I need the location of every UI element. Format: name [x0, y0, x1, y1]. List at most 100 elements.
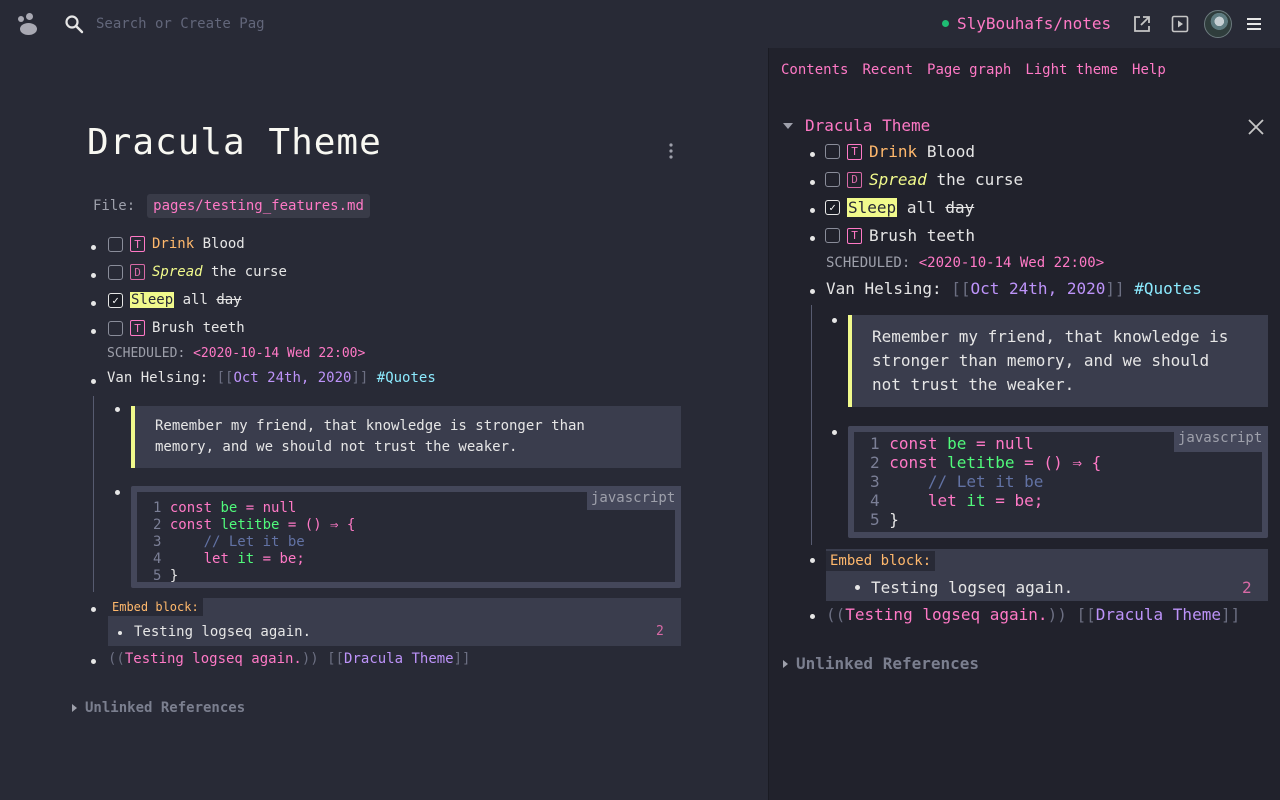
repo-link[interactable]: SlyBouhafs/notes	[942, 14, 1111, 33]
block-bullet[interactable]	[855, 585, 860, 590]
search-icon[interactable]	[64, 14, 84, 34]
block-bullet[interactable]	[91, 659, 96, 664]
menu-icon[interactable]	[1244, 14, 1264, 34]
task-block[interactable]: T Drink Blood	[825, 142, 975, 161]
task-block[interactable]: D Spread the curse	[825, 170, 1023, 189]
task-checkbox-checked[interactable]: ✓	[825, 200, 840, 215]
priority-badge[interactable]: D	[847, 171, 862, 188]
block-ref-link[interactable]: Testing logseq again.	[845, 605, 1047, 624]
task-block[interactable]: ✓ Sleep all day	[825, 198, 974, 217]
task-text: Spread	[869, 170, 927, 189]
block-ref-link[interactable]: Testing logseq again.	[125, 651, 302, 667]
tag-link[interactable]: #Quotes	[1134, 279, 1201, 298]
priority-badge[interactable]: T	[130, 236, 145, 252]
scheduled-row: SCHEDULED: <2020-10-14 Wed 22:00>	[826, 255, 1104, 271]
tab-contents[interactable]: Contents	[781, 62, 848, 78]
priority-badge[interactable]: T	[847, 143, 862, 160]
block-bullet[interactable]	[91, 245, 96, 250]
scheduled-date[interactable]: <2020-10-14 Wed 22:00>	[193, 346, 365, 361]
task-checkbox[interactable]	[108, 236, 123, 252]
block-bullet[interactable]	[118, 631, 122, 635]
block-bullet[interactable]	[91, 273, 96, 278]
quote-parent-block[interactable]: Van Helsing: [[Oct 24th, 2020]] #Quotes	[826, 279, 1202, 298]
line-number: 3	[153, 534, 162, 550]
priority-badge[interactable]: T	[130, 320, 145, 336]
file-path-link[interactable]: pages/testing_features.md	[147, 194, 370, 218]
block-bullet[interactable]	[91, 607, 96, 612]
close-icon[interactable]	[1247, 118, 1265, 136]
block-bullet[interactable]	[832, 430, 837, 435]
quote-parent-block[interactable]: Van Helsing: [[Oct 24th, 2020]] #Quotes	[107, 370, 436, 386]
line-number: 2	[153, 517, 162, 533]
scheduled-label: SCHEDULED:	[826, 255, 911, 271]
code-text: = null	[966, 434, 1034, 453]
priority-badge[interactable]: D	[130, 264, 145, 280]
block-bullet[interactable]	[91, 329, 96, 334]
task-block[interactable]: ✓ Sleep all day	[108, 292, 242, 308]
unlinked-references-label: Unlinked References	[85, 700, 246, 716]
caret-right-icon	[72, 704, 77, 712]
page-title[interactable]: Dracula Theme	[87, 122, 382, 163]
block-bullet[interactable]	[810, 152, 815, 157]
task-text: Brush teeth	[869, 226, 975, 245]
task-checkbox[interactable]	[825, 228, 840, 243]
journal-link[interactable]: Oct 24th, 2020	[971, 279, 1106, 298]
avatar[interactable]	[1204, 10, 1232, 38]
blockquote[interactable]: Remember my friend, that knowledge is st…	[131, 406, 681, 468]
tab-help[interactable]: Help	[1132, 62, 1166, 78]
journal-link[interactable]: Oct 24th, 2020	[233, 370, 351, 386]
unlinked-references-toggle[interactable]: Unlinked References	[72, 700, 245, 716]
code-text: }	[169, 568, 179, 584]
presentation-icon[interactable]	[1170, 14, 1190, 34]
task-block[interactable]: T Brush teeth	[825, 226, 975, 245]
reference-count[interactable]: 2	[656, 624, 664, 639]
task-block[interactable]: T Drink Blood	[108, 236, 245, 252]
task-block[interactable]: T Brush teeth	[108, 320, 245, 336]
block-bullet[interactable]	[810, 558, 815, 563]
page-ref-link[interactable]: Dracula Theme	[1096, 605, 1221, 624]
task-text: Blood	[202, 236, 245, 252]
caret-down-icon[interactable]	[783, 122, 793, 129]
block-bullet[interactable]	[832, 318, 837, 323]
tab-light-theme[interactable]: Light theme	[1025, 62, 1118, 78]
embed-block[interactable]: Embed block: Testing logseq again. 2	[108, 598, 681, 646]
line-number: 2	[870, 453, 880, 472]
block-bullet[interactable]	[810, 208, 815, 213]
tag-link[interactable]: #Quotes	[377, 370, 436, 386]
task-checkbox-checked[interactable]: ✓	[108, 292, 123, 308]
block-bullet[interactable]	[810, 289, 815, 294]
block-bullet[interactable]	[810, 614, 815, 619]
block-bullet[interactable]	[91, 301, 96, 306]
task-checkbox[interactable]	[825, 144, 840, 159]
external-link-icon[interactable]	[1132, 14, 1152, 34]
blockquote[interactable]: Remember my friend, that knowledge is st…	[848, 315, 1268, 407]
sidebar-page-title[interactable]: Dracula Theme	[783, 116, 930, 135]
line-number: 3	[870, 472, 880, 491]
block-bullet[interactable]	[115, 490, 120, 495]
page-ref-link[interactable]: Dracula Theme	[344, 651, 454, 667]
block-bullet[interactable]	[810, 180, 815, 185]
reference-block[interactable]: ((Testing logseq again.)) [[Dracula Them…	[108, 651, 470, 667]
embed-block[interactable]: Embed block: Testing logseq again. 2	[826, 549, 1268, 601]
scheduled-date[interactable]: <2020-10-14 Wed 22:00>	[919, 255, 1104, 271]
code-block[interactable]: 1 const be = null 2 const letitbe = () ⇒…	[131, 486, 681, 588]
block-bullet[interactable]	[91, 379, 96, 384]
tab-recent[interactable]: Recent	[862, 62, 913, 78]
children-guide-line	[811, 305, 812, 545]
block-bullet[interactable]	[810, 236, 815, 241]
logseq-logo-icon[interactable]	[15, 12, 41, 38]
task-checkbox[interactable]	[825, 172, 840, 187]
reference-block[interactable]: ((Testing logseq again.)) [[Dracula Them…	[826, 605, 1240, 624]
tab-page-graph[interactable]: Page graph	[927, 62, 1011, 78]
code-block[interactable]: 1 const be = null 2 const letitbe = () ⇒…	[848, 426, 1268, 538]
block-bullet[interactable]	[115, 407, 120, 412]
task-checkbox[interactable]	[108, 320, 123, 336]
unlinked-references-toggle[interactable]: Unlinked References	[783, 654, 979, 673]
more-options-icon[interactable]	[668, 142, 674, 160]
priority-badge[interactable]: T	[847, 227, 862, 244]
reference-count[interactable]: 2	[1242, 578, 1252, 597]
task-checkbox[interactable]	[108, 264, 123, 280]
task-block[interactable]: D Spread the curse	[108, 264, 287, 280]
quote-line: Remember my friend, that knowledge is st…	[155, 418, 585, 434]
search-input[interactable]	[96, 12, 296, 36]
